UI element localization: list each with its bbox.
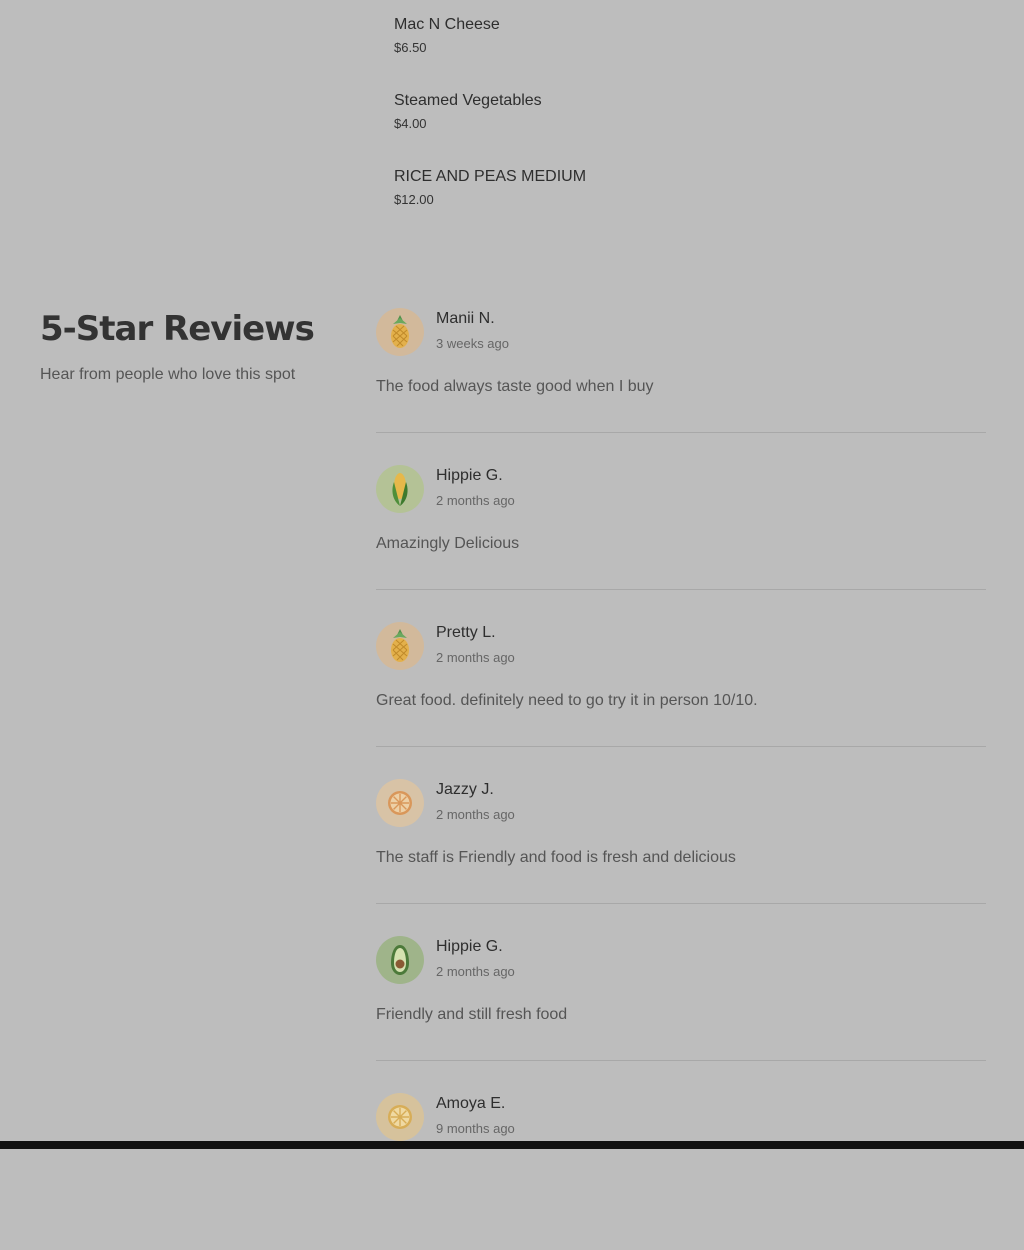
reviewer-avatar <box>376 1093 424 1141</box>
review-card: Pretty L. 2 months ago Great food. defin… <box>376 622 986 779</box>
reviewer-name: Jazzy J. <box>436 781 494 798</box>
reviewer-name: Manii N. <box>436 310 495 327</box>
lemon-slice-icon <box>386 1103 414 1131</box>
reviewer-name: Amoya E. <box>436 1095 506 1112</box>
reviewer-avatar <box>376 936 424 984</box>
divider <box>376 903 986 904</box>
menu-item-name: Mac N Cheese <box>394 16 500 33</box>
menu-item-price: $12.00 <box>394 192 434 207</box>
pineapple-icon <box>387 314 413 350</box>
divider <box>376 589 986 590</box>
review-card: Hippie G. 2 months ago Friendly and stil… <box>376 936 986 1093</box>
reviewer-name: Pretty L. <box>436 624 496 641</box>
menu-item[interactable]: Mac N Cheese $6.50 <box>394 14 586 90</box>
review-text: Great food. definitely need to go try it… <box>376 692 758 709</box>
divider <box>376 432 986 433</box>
reviewer-avatar <box>376 622 424 670</box>
reviews-title: 5-Star Reviews <box>40 309 315 349</box>
menu-item-price: $6.50 <box>394 40 427 55</box>
review-card: Manii N. 3 weeks ago The food always tas… <box>376 308 986 465</box>
review-date: 2 months ago <box>436 964 515 979</box>
avocado-icon <box>388 944 412 976</box>
review-date: 2 months ago <box>436 650 515 665</box>
menu-item-name: Steamed Vegetables <box>394 92 542 109</box>
reviewer-name: Hippie G. <box>436 467 503 484</box>
bottom-bar <box>0 1141 1024 1149</box>
review-text: The staff is Friendly and food is fresh … <box>376 849 736 866</box>
review-card: Amoya E. 9 months ago <box>376 1093 986 1250</box>
reviewer-avatar <box>376 779 424 827</box>
menu-item-list: Mac N Cheese $6.50 Steamed Vegetables $4… <box>394 14 586 242</box>
review-text: The food always taste good when I buy <box>376 378 654 395</box>
review-text: Friendly and still fresh food <box>376 1006 568 1023</box>
corn-icon <box>388 470 412 508</box>
review-date: 2 months ago <box>436 493 515 508</box>
menu-item[interactable]: Steamed Vegetables $4.00 <box>394 90 586 166</box>
pineapple-icon <box>387 628 413 664</box>
review-card: Jazzy J. 2 months ago The staff is Frien… <box>376 779 986 936</box>
divider <box>376 746 986 747</box>
reviewer-avatar <box>376 465 424 513</box>
reviews-subtitle: Hear from people who love this spot <box>40 366 296 383</box>
menu-item[interactable]: RICE AND PEAS MEDIUM $12.00 <box>394 166 586 242</box>
orange-slice-icon <box>386 789 414 817</box>
review-list: Manii N. 3 weeks ago The food always tas… <box>376 308 986 1250</box>
divider <box>376 1060 986 1061</box>
review-date: 9 months ago <box>436 1121 515 1136</box>
menu-item-name: RICE AND PEAS MEDIUM <box>394 168 587 185</box>
reviewer-avatar <box>376 308 424 356</box>
review-text: Amazingly Delicious <box>376 535 520 552</box>
menu-item-price: $4.00 <box>394 116 427 131</box>
reviewer-name: Hippie G. <box>436 938 503 955</box>
review-card: Hippie G. 2 months ago Amazingly Delicio… <box>376 465 986 622</box>
review-date: 3 weeks ago <box>436 336 509 351</box>
review-date: 2 months ago <box>436 807 515 822</box>
reviews-heading: 5-Star Reviews Hear from people who love… <box>40 308 315 386</box>
